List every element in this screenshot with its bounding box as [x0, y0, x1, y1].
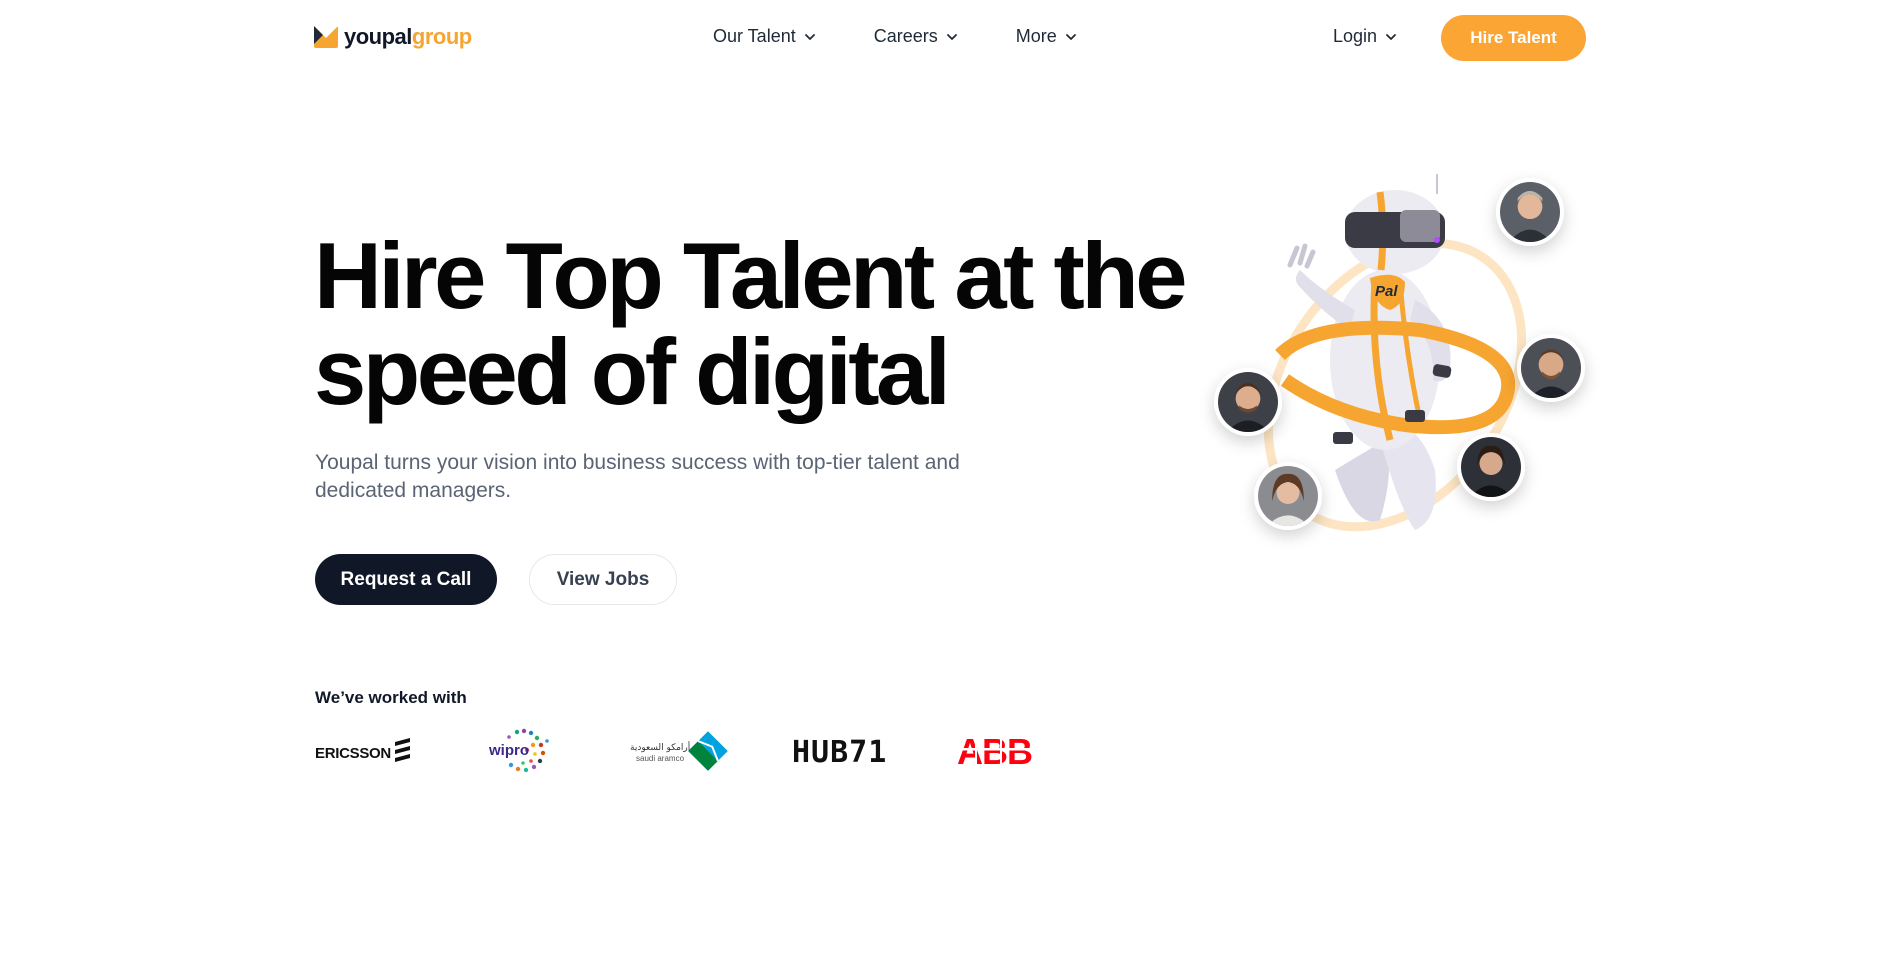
nav-label: Our Talent — [713, 26, 796, 46]
request-call-button[interactable]: Request a Call — [315, 554, 497, 605]
wipro-logo-icon: wipro — [488, 728, 549, 773]
talent-avatar — [1457, 433, 1525, 501]
talent-avatar — [1496, 178, 1564, 246]
nav-careers[interactable]: Careers — [874, 26, 958, 47]
login-menu[interactable]: Login — [1333, 26, 1397, 47]
aramco-logo-icon: أرامكو السعودية saudi aramco — [630, 731, 728, 771]
brand-name: youpalgroup — [344, 24, 472, 49]
svg-text:أرامكو السعودية: أرامكو السعودية — [630, 741, 690, 753]
hub71-logo-icon: HUB71 — [792, 735, 887, 768]
hero-subtitle: Youpal turns your vision into business s… — [315, 449, 1015, 505]
ericsson-logo-icon: ERICSSON — [315, 738, 410, 762]
hire-talent-button[interactable]: Hire Talent — [1441, 15, 1586, 61]
partner-logo-hub71: HUB71 — [792, 726, 892, 776]
svg-text:wipro: wipro — [488, 742, 529, 759]
svg-text:ERICSSON: ERICSSON — [315, 745, 391, 762]
hero-title-line-1: Hire Top Talent at the — [314, 223, 1188, 328]
nav-label: More — [1015, 26, 1057, 46]
chevron-down-icon — [1065, 33, 1076, 40]
nav-more[interactable]: More — [1016, 26, 1077, 47]
login-label: Login — [1333, 26, 1378, 46]
hero-title: Hire Top Talent at the speed of digital — [314, 228, 1214, 420]
main-nav: Our Talent Careers More — [713, 26, 1077, 47]
chevron-down-icon — [804, 33, 815, 40]
hero-subtitle-line-1: Youpal turns your vision into business s… — [315, 451, 960, 474]
talent-avatar — [1214, 368, 1282, 436]
talent-avatar — [1517, 334, 1585, 402]
chevron-down-icon — [1386, 33, 1396, 40]
svg-text:ABB: ABB — [957, 734, 1032, 768]
svg-text:saudi aramco: saudi aramco — [636, 754, 685, 763]
svg-text:HUB71: HUB71 — [792, 735, 887, 768]
youpal-logo-icon — [314, 26, 338, 48]
partner-logo-aramco: أرامكو السعودية saudi aramco — [630, 726, 730, 776]
svg-text:Pal: Pal — [1375, 283, 1398, 300]
nav-label: Careers — [873, 26, 938, 46]
view-jobs-button[interactable]: View Jobs — [529, 554, 677, 605]
hero-illustration: Pal — [1205, 170, 1605, 570]
brand-logo[interactable]: youpalgroup — [314, 24, 472, 50]
nav-our-talent[interactable]: Our Talent — [713, 26, 816, 47]
talent-avatar — [1254, 462, 1322, 530]
partner-logo-abb: ABB — [957, 726, 1037, 776]
partner-logo-wipro: wipro — [487, 726, 557, 776]
hero-title-line-2: speed of digital — [314, 319, 951, 424]
chevron-down-icon — [946, 33, 957, 40]
partners-heading: We’ve worked with — [315, 688, 467, 707]
hero-subtitle-line-2: dedicated managers. — [315, 479, 512, 502]
partner-logo-ericsson: ERICSSON — [315, 726, 415, 776]
site-header: youpalgroup Our Talent Careers More Logi… — [0, 0, 1895, 76]
abb-logo-icon: ABB — [957, 734, 1037, 768]
